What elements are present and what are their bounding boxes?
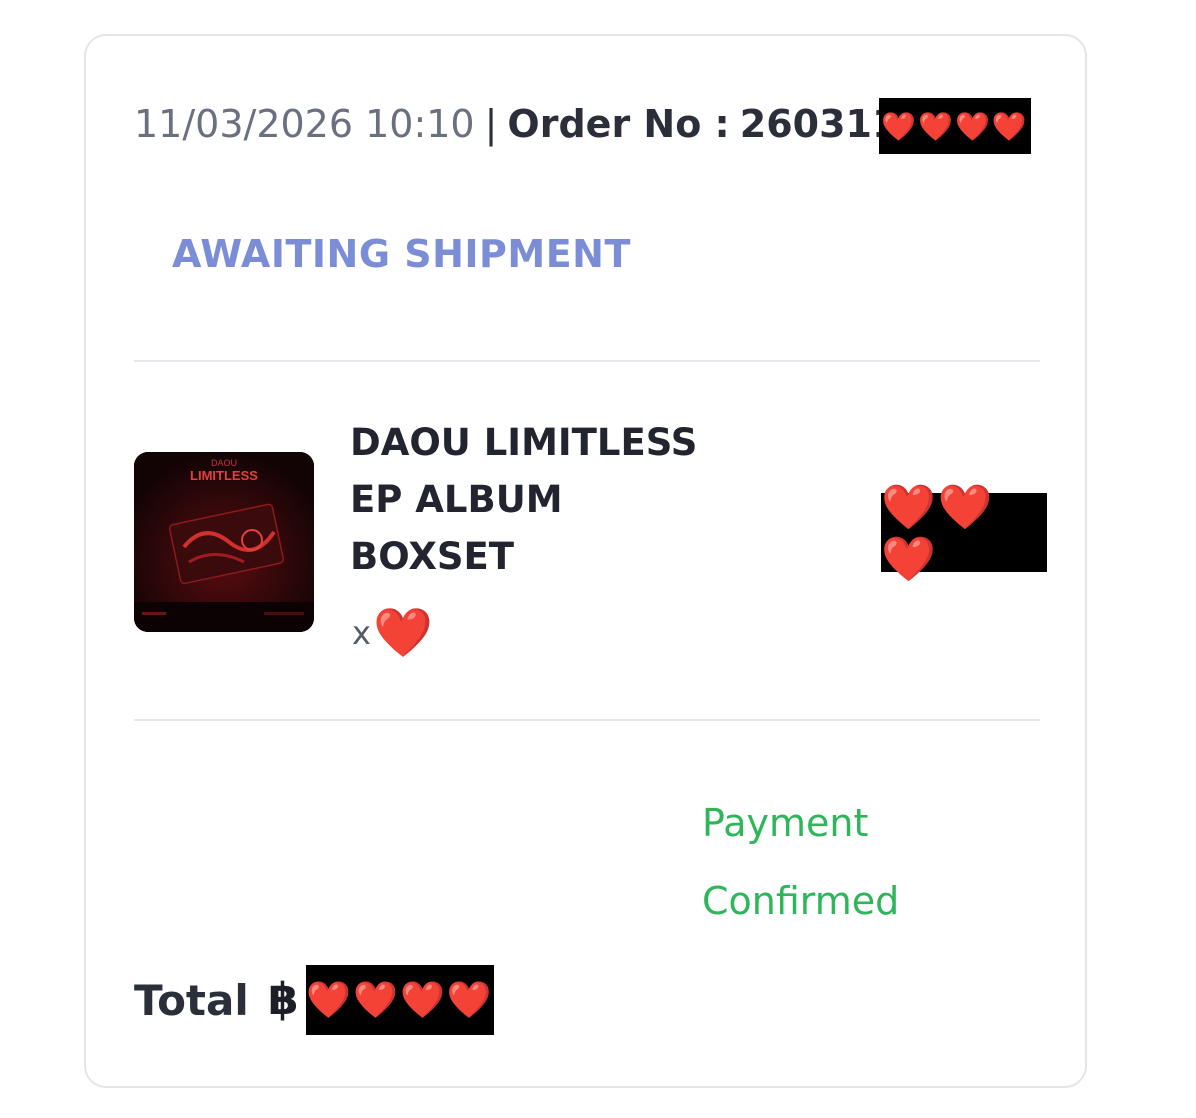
quantity-redaction: ❤️ — [372, 605, 433, 661]
product-name-line: BOXSET — [350, 535, 515, 578]
product-name[interactable]: DAOU LIMITLESS EP ALBUM BOXSET — [350, 414, 697, 585]
product-name-line: DAOU LIMITLESS — [350, 421, 698, 464]
order-number-label: Order No : — [507, 102, 730, 146]
header-separator: | — [484, 102, 498, 146]
payment-status: Payment Confirmed — [702, 784, 899, 940]
cover-subtitle: LIMITLESS — [190, 468, 258, 483]
cover-title: DAOU — [211, 458, 237, 468]
order-number-redaction: ❤️❤️❤️❤️ — [879, 98, 1031, 154]
divider — [134, 719, 1040, 721]
total-amount-redaction: ❤️❤️❤️❤️ — [306, 965, 494, 1035]
album-cover-image: DAOU LIMITLESS — [134, 452, 314, 632]
divider — [134, 360, 1040, 362]
payment-status-line: Payment — [702, 801, 869, 845]
payment-status-line: Confirmed — [702, 879, 900, 923]
product-name-line: EP ALBUM — [350, 478, 563, 521]
quantity-prefix: x — [352, 613, 371, 652]
product-quantity: x ❤️ — [352, 604, 433, 661]
product-thumbnail[interactable]: DAOU LIMITLESS — [134, 452, 314, 632]
baht-currency-icon: ฿ — [268, 974, 299, 1025]
total-label: Total — [134, 976, 249, 1025]
order-header: 11/03/2026 10:10 | Order No : 260311 — [134, 96, 898, 152]
order-status: AWAITING SHIPMENT — [172, 232, 631, 276]
price-redaction: ❤️❤️❤️ — [881, 482, 1047, 585]
order-datetime: 11/03/2026 10:10 — [134, 102, 475, 146]
order-number: 260311 — [739, 102, 899, 146]
